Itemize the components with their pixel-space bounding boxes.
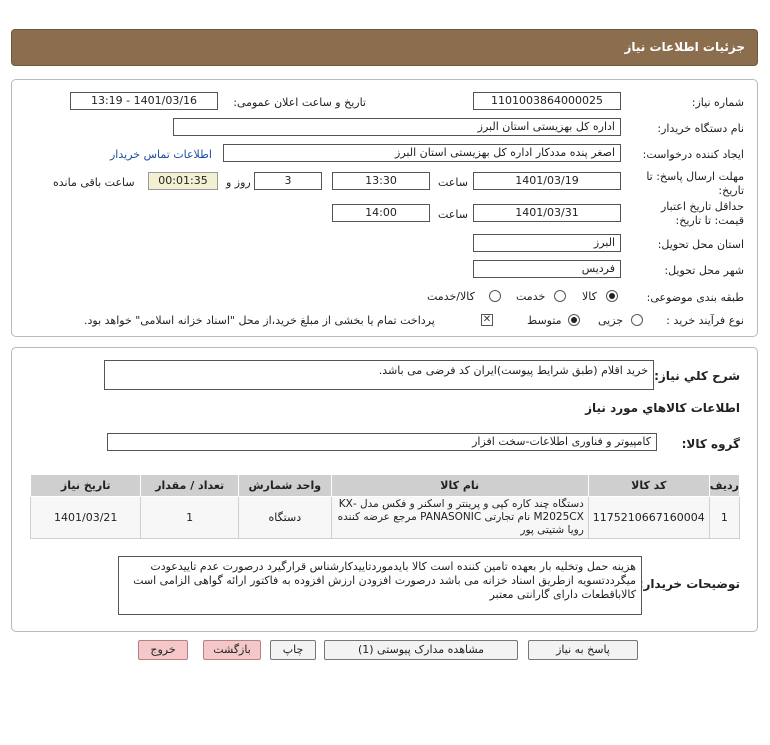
attachments-button[interactable]: مشاهده مدارک پیوستی (1) [324,640,518,660]
remaining-time-label: ساعت باقی مانده [53,176,135,189]
need-number-field: 1101003864000025 [473,92,621,110]
row-code: 1175210667160004 [587,496,710,539]
category-goods-service-label: کالا/خدمت [427,290,475,303]
reply-date-field: 1401/03/19 [473,172,621,190]
col-date-header: تاریخ نیاز [29,474,142,497]
announce-datetime-label: تاریخ و ساعت اعلان عمومی: [233,96,366,109]
process-type-label: نوع فرآیند خرید : [666,314,744,327]
delivery-province-label: استان محل تحویل: [657,238,744,251]
reply-deadline-label: مهلت ارسال پاسخ: تا تاریخ: [646,170,744,197]
category-goods-label: کالا [582,290,597,303]
category-service-label: خدمت [516,290,546,303]
buyer-notes-field: هزینه حمل وتخلیه بار بعهده تامین کننده ا… [118,556,642,615]
col-name-header: نام کالا [330,474,589,497]
category-radio-service[interactable] [554,290,566,302]
process-radio-minor[interactable] [631,314,643,326]
general-desc-field: خرید اقلام (طبق شرایط پیوست)ایران کد فرض… [104,360,654,390]
buyer-notes-label: توضیحات خریدار: [638,577,740,591]
process-minor-label: جزیی [598,314,624,327]
reply-button[interactable]: پاسخ به نیاز [528,640,638,660]
days-and-label: روز و [226,176,251,189]
col-unit-header: واحد شمارش [237,474,332,497]
col-code-header: کد کالا [587,474,710,497]
delivery-city-label: شهر محل تحویل: [664,264,744,277]
col-qty-header: تعداد / مقدار [140,474,239,497]
buyer-org-field: اداره کل بهزیستی استان البرز [173,118,621,136]
process-radio-medium[interactable] [568,314,580,326]
reply-time-field: 13:30 [332,172,430,190]
treasury-checkbox[interactable]: ✕ [481,314,493,326]
general-desc-label: شرح کلي نياز: [654,369,740,383]
delivery-city-field: فردیس [473,260,621,278]
category-label: طبقه بندی موضوعی: [646,291,744,304]
goods-group-field: کامپیوتر و فناوری اطلاعات-سخت افزار [107,433,657,451]
days-left-field: 3 [254,172,322,190]
goods-info-title: اطلاعات کالاهاي مورد نياز [585,401,740,415]
table-header-row: ردیف کد کالا نام کالا واحد شمارش تعداد /… [29,474,741,497]
validity-date-field: 1401/03/31 [473,204,621,222]
price-validity-label: حداقل تاریخ اعتبار قیمت: تا تاریخ: [660,200,744,227]
need-number-label: شماره نیاز: [691,96,744,109]
row-name: دستگاه چند کاره کپی و پرینتر و اسکنر و ف… [330,496,589,539]
requester-label: ایجاد کننده درخواست: [642,148,744,161]
back-button[interactable]: بازگشت [203,640,261,660]
row-date: 1401/03/21 [29,496,142,539]
treasury-note: پرداخت تمام یا بخشی از مبلغ خرید،از محل … [84,314,435,327]
validity-time-label: ساعت [438,208,468,221]
table-row: 1 1175210667160004 دستگاه چند کاره کپی و… [29,496,741,539]
page-header: جزئیات اطلاعات نیاز [11,29,758,66]
page-title: جزئیات اطلاعات نیاز [624,40,745,54]
validity-time-field: 14:00 [332,204,430,222]
buyer-contact-link[interactable]: اطلاعات تماس خریدار [110,148,212,161]
announce-datetime-field: 1401/03/16 - 13:19 [70,92,218,110]
goods-table: ردیف کد کالا نام کالا واحد شمارش تعداد /… [29,474,741,539]
col-index-header: ردیف [708,474,741,497]
category-radio-goods-service[interactable] [489,290,501,302]
delivery-province-field: البرز [473,234,621,252]
row-index: 1 [708,496,741,539]
buyer-org-label: نام دستگاه خریدار: [657,122,744,135]
row-unit: دستگاه [237,496,332,539]
row-qty: 1 [140,496,239,539]
process-medium-label: متوسط [527,314,562,327]
reply-time-label: ساعت [438,176,468,189]
exit-button[interactable]: خروج [138,640,188,660]
print-button[interactable]: چاپ [270,640,316,660]
countdown-timer: 00:01:35 [148,172,218,190]
goods-group-label: گروه کالا: [681,437,740,451]
category-radio-goods[interactable] [606,290,618,302]
requester-field: اصغر پنده مددکار اداره کل بهزیستی استان … [223,144,621,162]
